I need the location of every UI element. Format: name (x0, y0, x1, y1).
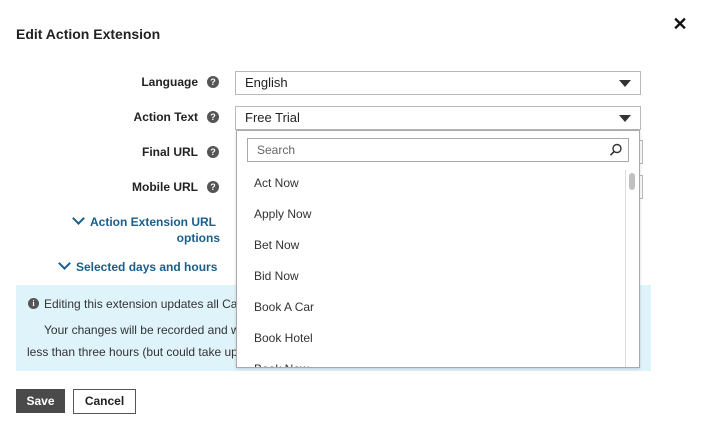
help-icon[interactable]: ? (207, 146, 219, 158)
list-item[interactable]: Bid Now (237, 263, 625, 294)
info-line-1: Editing this extension updates all Ca (44, 297, 238, 311)
list-item[interactable]: Book A Car (237, 294, 625, 325)
language-select[interactable]: English (235, 71, 641, 95)
list-item[interactable]: Book Now (237, 356, 625, 367)
url-options-label-1: Action Extension URL (90, 215, 217, 229)
chevron-down-icon (619, 115, 631, 122)
search-placeholder: Search (257, 143, 296, 157)
search-icon (609, 143, 622, 156)
info-line-2: Your changes will be recorded and w (44, 323, 240, 337)
info-icon: i (28, 298, 39, 309)
action-text-value: Free Trial (245, 110, 300, 125)
help-icon[interactable]: ? (207, 181, 219, 193)
url-options-link[interactable]: Action Extension URL options (72, 212, 220, 245)
action-text-select[interactable]: Free Trial (235, 106, 641, 130)
url-options-label-2: options (176, 231, 220, 245)
language-label: Language (141, 75, 198, 89)
list-item[interactable]: Apply Now (237, 201, 625, 232)
option-list: Act Now Apply Now Bet Now Bid Now Book A… (237, 170, 625, 367)
close-icon[interactable]: ✕ (672, 15, 688, 33)
days-hours-label: Selected days and hours (76, 260, 218, 274)
help-icon[interactable]: ? (207, 111, 219, 123)
action-text-dropdown: Search Act Now Apply Now Bet Now Bid Now… (236, 130, 640, 368)
scrollbar-thumb[interactable] (629, 173, 635, 190)
help-icon[interactable]: ? (207, 76, 219, 88)
scrollbar-track[interactable] (625, 170, 639, 367)
mobile-url-label: Mobile URL (132, 180, 198, 194)
chevron-down-icon (619, 80, 631, 87)
chevron-down-icon (58, 257, 71, 270)
final-url-label: Final URL (142, 145, 198, 159)
list-item[interactable]: Act Now (237, 170, 625, 201)
dialog-title: Edit Action Extension (16, 26, 161, 42)
cancel-button[interactable]: Cancel (73, 389, 136, 414)
chevron-down-icon (72, 212, 85, 225)
info-line-3: less than three hours (but could take up (27, 345, 238, 359)
list-item[interactable]: Bet Now (237, 232, 625, 263)
language-value: English (245, 75, 288, 90)
save-button[interactable]: Save (16, 389, 65, 413)
days-hours-link[interactable]: Selected days and hours (58, 257, 218, 274)
search-input[interactable]: Search (247, 138, 629, 162)
list-item[interactable]: Book Hotel (237, 325, 625, 356)
action-text-label: Action Text (133, 110, 198, 124)
